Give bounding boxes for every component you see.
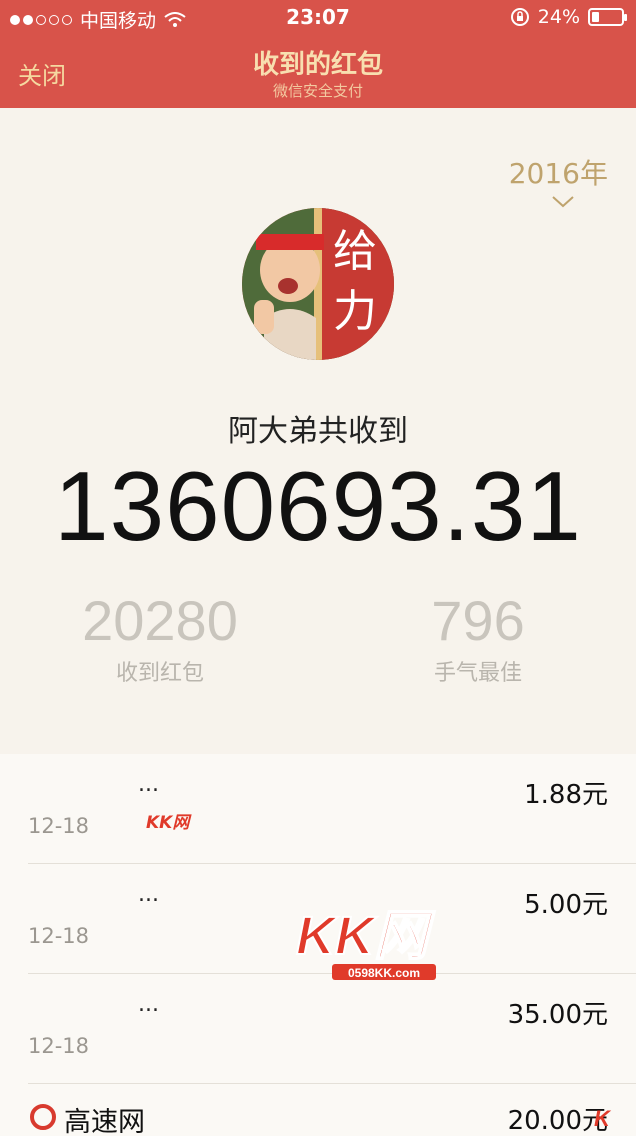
chevron-down-icon[interactable]	[552, 196, 574, 208]
avatar-text: 给力	[333, 226, 377, 337]
status-right: 24%	[510, 6, 627, 28]
stat-received: 20280 收到红包	[50, 588, 270, 687]
battery-icon	[588, 8, 627, 26]
red-packet-summary-screen: 中国移动 23:07 24% 关闭 收到的红包 微信安全支付 2016年 给力 …	[0, 0, 636, 1136]
page-title: 收到的红包	[252, 50, 383, 80]
receive-date: 12-18	[28, 924, 90, 948]
sender-name: 高速网	[64, 1107, 145, 1136]
stat-best-luck: 796 手气最佳	[368, 588, 588, 687]
battery-percent: 24%	[537, 6, 580, 28]
orientation-lock-icon	[510, 8, 529, 26]
packet-amount: 35.00元	[507, 1000, 608, 1030]
sender-name: ...	[138, 772, 159, 797]
watermark-logo: K	[594, 1106, 612, 1131]
sender-name: ...	[138, 882, 159, 907]
best-luck-label: 手气最佳	[433, 661, 522, 686]
svg-text:KK网: KK网	[296, 906, 436, 966]
avatar: 给力	[242, 208, 394, 360]
sender-name: ...	[138, 992, 159, 1017]
navigation-bar: 关闭 收到的红包 微信安全支付	[0, 36, 636, 108]
received-count: 20280	[82, 589, 238, 652]
battery-level-fill	[592, 12, 599, 22]
total-amount: 1360693.31	[54, 451, 582, 561]
receive-date: 12-18	[28, 814, 90, 838]
watermark-logo: KK网	[146, 813, 190, 833]
total-received-label: 阿大弟共收到	[228, 414, 408, 449]
year-selector[interactable]: 2016年	[509, 152, 608, 192]
list-item[interactable]: ... 12-18 1.88元	[0, 754, 636, 864]
list-item[interactable]: 高速网 20.00元	[0, 1084, 636, 1136]
best-luck-count: 796	[431, 589, 525, 652]
circle-icon	[30, 1104, 56, 1130]
page-subtitle: 微信安全支付	[272, 82, 363, 100]
status-bar: 中国移动 23:07 24%	[0, 0, 636, 36]
received-count-label: 收到红包	[115, 661, 204, 686]
watermark-logo: KK网 0598KK.com	[295, 905, 437, 980]
packet-amount: 1.88元	[524, 780, 608, 810]
receive-date: 12-18	[28, 1034, 90, 1058]
watermark-domain: 0598KK.com	[348, 966, 420, 980]
svg-text:K: K	[594, 1106, 612, 1131]
list-item[interactable]: ... 12-18 35.00元	[0, 974, 636, 1084]
packet-amount: 5.00元	[524, 890, 608, 920]
